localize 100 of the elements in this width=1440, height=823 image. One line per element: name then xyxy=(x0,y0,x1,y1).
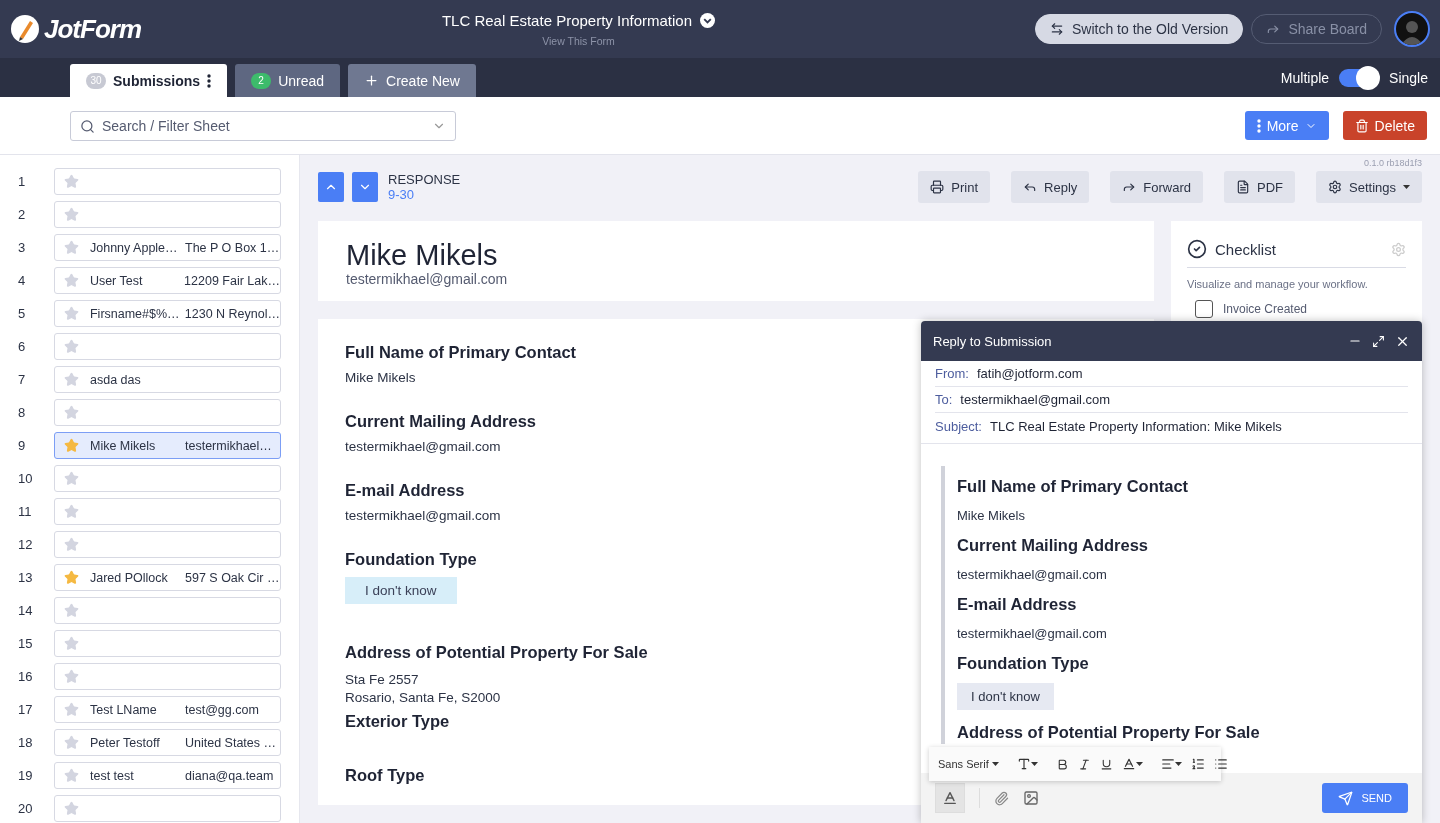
star-icon[interactable] xyxy=(64,702,79,717)
submission-row[interactable] xyxy=(54,333,281,360)
star-icon[interactable] xyxy=(64,306,79,321)
submission-row[interactable]: asda das xyxy=(54,366,281,393)
star-icon[interactable] xyxy=(64,636,79,651)
row-number: 9 xyxy=(17,438,27,453)
print-button[interactable]: Print xyxy=(918,171,991,203)
star-icon[interactable] xyxy=(64,768,79,783)
more-button[interactable]: More xyxy=(1244,111,1329,140)
checkbox[interactable] xyxy=(1195,300,1213,318)
caret-icon xyxy=(1403,185,1410,189)
format-toggle-button[interactable] xyxy=(935,783,965,813)
logo-text: JotForm xyxy=(44,13,141,45)
answer-text: Sta Fe 2557 xyxy=(345,672,419,687)
tab[interactable]: 2 Unread xyxy=(235,64,341,97)
submission-row[interactable] xyxy=(54,795,281,822)
tab[interactable]: Create New xyxy=(348,64,476,97)
text-size-button[interactable] xyxy=(1016,757,1038,771)
pdf-button[interactable]: PDF xyxy=(1224,171,1295,203)
trash-icon xyxy=(1354,118,1369,133)
star-icon[interactable] xyxy=(64,405,79,420)
submission-row[interactable] xyxy=(54,168,281,195)
row-number: 18 xyxy=(17,735,34,750)
submission-row[interactable] xyxy=(54,663,281,690)
font-picker[interactable]: Sans Serif xyxy=(938,758,999,770)
star-icon[interactable] xyxy=(64,240,79,255)
star-icon[interactable] xyxy=(64,603,79,618)
submission-detail: The P O Box 1… xyxy=(185,240,280,255)
star-icon[interactable] xyxy=(64,471,79,486)
view-toggle[interactable] xyxy=(1339,68,1380,87)
caret-icon xyxy=(1030,762,1038,766)
row-number: 5 xyxy=(17,306,27,321)
previous-button[interactable] xyxy=(318,172,344,202)
tab[interactable]: 30 Submissions xyxy=(70,64,228,97)
row-number: 12 xyxy=(17,537,34,552)
header-value[interactable]: fatih@jotform.com xyxy=(976,366,1083,381)
image-icon[interactable] xyxy=(1023,790,1039,806)
numbered-list-button[interactable] xyxy=(1190,757,1205,771)
align-button[interactable] xyxy=(1160,757,1182,771)
star-icon[interactable] xyxy=(64,504,79,519)
submission-row[interactable] xyxy=(54,597,281,624)
answer-text: Rosario, Santa Fe, S2000 xyxy=(345,690,501,705)
header-value[interactable]: TLC Real Estate Property Information: Mike Mikels xyxy=(990,418,1282,434)
quoted-question: E-mail Address xyxy=(957,594,1077,615)
header-value[interactable]: testermikhael@gmail.com xyxy=(960,392,1111,407)
submission-row[interactable] xyxy=(54,465,281,492)
star-icon[interactable] xyxy=(64,669,79,684)
submission-row[interactable]: Peter Testoff United States … xyxy=(54,729,281,756)
row-number: 10 xyxy=(17,471,34,486)
star-icon[interactable] xyxy=(64,207,79,222)
underline-button[interactable] xyxy=(1099,757,1113,771)
star-icon[interactable] xyxy=(64,570,79,585)
send-button[interactable]: SEND xyxy=(1322,783,1408,813)
submission-row[interactable] xyxy=(54,498,281,525)
delete-button[interactable]: Delete xyxy=(1342,111,1427,140)
quoted-answer: Mike Mikels xyxy=(957,507,1025,525)
next-button[interactable] xyxy=(352,172,378,202)
search-field[interactable]: Search / Filter Sheet xyxy=(70,110,456,141)
submission-row[interactable]: User Test 12209 Fair Lak… xyxy=(54,267,281,294)
submission-row[interactable]: Johnny Apple… The P O Box 1… xyxy=(54,234,281,261)
italic-button[interactable] xyxy=(1077,757,1091,771)
row-number: 2 xyxy=(17,207,27,222)
forward-button[interactable]: Forward xyxy=(1110,171,1203,203)
star-icon[interactable] xyxy=(64,273,79,288)
submission-row[interactable] xyxy=(54,201,281,228)
star-icon[interactable] xyxy=(64,801,79,816)
submission-row[interactable] xyxy=(54,630,281,657)
submission-detail: United States … xyxy=(185,735,276,750)
answer-text: Mike Mikels xyxy=(345,370,416,386)
chevron-down-icon[interactable] xyxy=(700,12,716,28)
star-icon[interactable] xyxy=(64,735,79,750)
submission-row[interactable]: Mike Mikels testermikhael… xyxy=(54,432,281,459)
submission-row[interactable]: Test LName test@gg.com xyxy=(54,696,281,723)
expand-icon[interactable] xyxy=(1372,334,1385,348)
row-number: 3 xyxy=(17,240,27,255)
toggle-label: Single xyxy=(1389,69,1428,86)
submission-row[interactable] xyxy=(54,399,281,426)
submission-row[interactable] xyxy=(54,531,281,558)
star-icon[interactable] xyxy=(64,174,79,189)
settings-button[interactable]: Settings xyxy=(1316,171,1422,203)
submission-detail: test@gg.com xyxy=(185,702,259,717)
avatar[interactable] xyxy=(1394,11,1430,47)
star-icon[interactable] xyxy=(64,339,79,354)
text-color-button[interactable] xyxy=(1121,757,1143,771)
settings-icon[interactable] xyxy=(1391,241,1406,257)
star-icon[interactable] xyxy=(64,372,79,387)
submission-row[interactable]: Jared POllock 597 S Oak Cir … xyxy=(54,564,281,591)
bullet-list-button[interactable] xyxy=(1213,757,1228,771)
paperclip-icon[interactable] xyxy=(994,790,1009,806)
reply-button[interactable]: Reply xyxy=(1011,171,1090,203)
submission-row[interactable]: Firsname#$%… 1230 N Reynol… xyxy=(54,300,281,327)
view-form-link[interactable]: View This Form xyxy=(542,34,615,47)
quoted-answer: testermikhael@gmail.com xyxy=(957,625,1107,643)
switch-version-button[interactable]: Switch to the Old Version xyxy=(1034,14,1244,44)
star-icon[interactable] xyxy=(64,537,79,552)
response-range: 9-30 xyxy=(388,187,416,202)
text-color-icon xyxy=(1121,757,1136,771)
count-badge: 30 xyxy=(86,72,106,89)
submission-row[interactable]: test test diana@qa.team xyxy=(54,762,281,789)
star-icon[interactable] xyxy=(64,438,79,453)
